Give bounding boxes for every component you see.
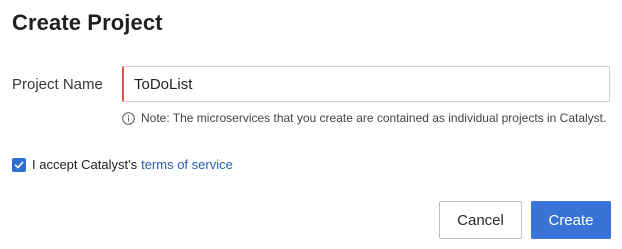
terms-of-service-link[interactable]: terms of service (141, 157, 233, 172)
create-project-dialog: Create Project Project Name Note: The mi… (0, 0, 622, 249)
note-text: Note: The microservices that you create … (141, 111, 607, 125)
create-button[interactable]: Create (531, 201, 611, 239)
dialog-title: Create Project (12, 10, 163, 35)
project-name-input-wrapper (122, 66, 610, 102)
accept-terms-text: I accept Catalyst's (32, 157, 138, 172)
checkmark-icon (14, 161, 24, 168)
project-name-label: Project Name (12, 76, 103, 93)
project-name-input[interactable] (124, 67, 609, 101)
accept-terms-row: I accept Catalyst's terms of service (12, 157, 233, 172)
project-note: Note: The microservices that you create … (122, 111, 606, 125)
accept-terms-checkbox[interactable] (12, 157, 26, 172)
info-icon (122, 111, 135, 125)
cancel-button[interactable]: Cancel (439, 201, 522, 239)
